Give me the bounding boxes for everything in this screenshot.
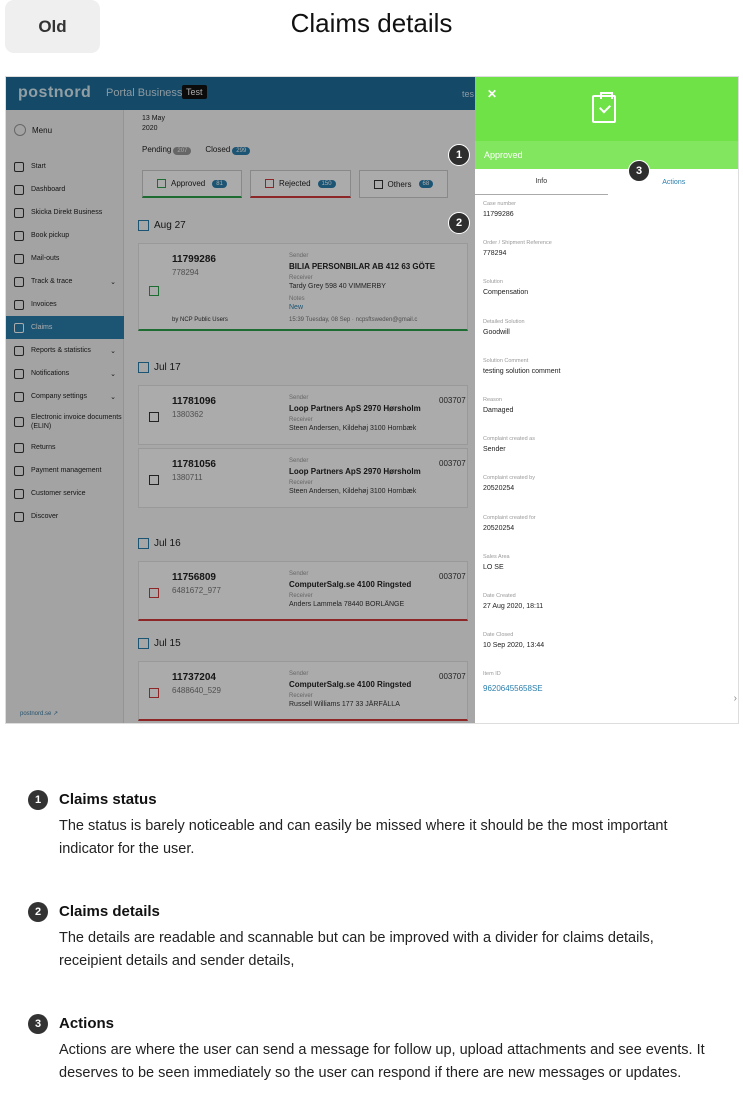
field-label: Case number <box>483 201 517 207</box>
field-value: 778294 <box>483 250 507 258</box>
field-label: Complaint created as <box>483 436 535 443</box>
annotation-title: Claims details <box>59 903 160 920</box>
field-value: 20520254 <box>483 524 515 532</box>
clipboard-check-icon <box>592 92 616 123</box>
detail-field: Sales Area LO SE <box>483 554 733 593</box>
detail-field: Date Created 27 Aug 2020, 18:11 <box>483 593 733 632</box>
detail-field: Complaint created for 20520254 <box>483 515 733 554</box>
field-label: Sales Area <box>483 553 510 560</box>
detail-fields: Case number 11799286 Order / Shipment Refe… <box>483 201 737 710</box>
chevron-right-icon[interactable]: › <box>734 693 737 704</box>
app-window: postnord Portal Business Test tes Menu S… <box>6 77 738 723</box>
marker-2: 2 <box>448 212 470 234</box>
annotation-number: 1 <box>28 790 48 810</box>
field-label: Order / Shipment Reference <box>483 240 552 247</box>
field-label: Reason <box>483 396 502 403</box>
field-label: Complaint created for <box>483 514 536 521</box>
page-title: Claims details <box>290 8 453 38</box>
annotation-title: Claims status <box>59 791 157 808</box>
field-label: Detailed Solution <box>483 318 525 325</box>
marker-3: 3 <box>628 160 650 182</box>
field-label: Date Created <box>483 592 516 599</box>
detail-field: Order / Shipment Reference 778294 <box>483 240 733 279</box>
detail-field: Case number 11799286 <box>483 201 733 240</box>
detail-field: Detailed Solution Goodwill <box>483 319 733 358</box>
panel-tabs: Info Actions <box>475 169 738 195</box>
root: Old Claims details postnord Portal Busin… <box>0 0 743 1107</box>
detail-field: Reason Damaged <box>483 397 733 436</box>
field-value: 27 Aug 2020, 18:11 <box>483 602 544 610</box>
claim-detail-panel: ✕ Approved Info Actions Case number 11799… <box>475 77 738 723</box>
annotation-text: The status is barely noticeable and can … <box>59 818 668 857</box>
field-label: Complaint created by <box>483 475 535 482</box>
field-label: Date Closed <box>483 632 514 639</box>
status-bar: Approved <box>475 141 738 169</box>
field-value: 11799286 <box>483 211 514 218</box>
item-id-link[interactable]: 96206455658SE <box>483 684 733 693</box>
detail-field: Solution Compensation <box>483 279 733 318</box>
dim-overlay[interactable] <box>6 77 475 723</box>
field-value: testing solution comment <box>483 367 561 375</box>
annotation-text: Actions are where the user can send a me… <box>59 1042 705 1081</box>
detail-field: Solution Comment testing solution comment <box>483 358 733 397</box>
field-value: 20520254 <box>483 485 515 493</box>
tab-info[interactable]: Info <box>475 169 608 195</box>
field-label: Solution Comment <box>483 357 529 364</box>
annotation-number: 2 <box>28 902 48 922</box>
item-id-field[interactable]: Item ID 96206455658SE › <box>483 671 737 710</box>
field-label: Item ID <box>483 671 501 678</box>
panel-header: ✕ <box>475 77 738 141</box>
marker-1: 1 <box>448 144 470 166</box>
field-label: Solution <box>483 279 503 286</box>
field-value: Sender <box>483 446 506 454</box>
close-icon[interactable]: ✕ <box>487 87 497 101</box>
field-value: Damaged <box>483 406 514 414</box>
field-value: LO SE <box>483 563 504 571</box>
detail-field: Complaint created as Sender <box>483 436 733 475</box>
screenshot-frame: postnord Portal Business Test tes Menu S… <box>5 76 739 724</box>
field-value: 10 Sep 2020, 13:44 <box>483 642 545 650</box>
field-value: Compensation <box>483 289 529 297</box>
field-value: Goodwill <box>483 328 510 336</box>
annotation-title: Actions <box>59 1015 115 1032</box>
detail-field: Complaint created by 20520254 <box>483 475 733 514</box>
annotation-number: 3 <box>28 1014 48 1034</box>
detail-field: Date Closed 10 Sep 2020, 13:44 <box>483 632 733 671</box>
annotation-text: The details are readable and scannable b… <box>59 930 654 969</box>
